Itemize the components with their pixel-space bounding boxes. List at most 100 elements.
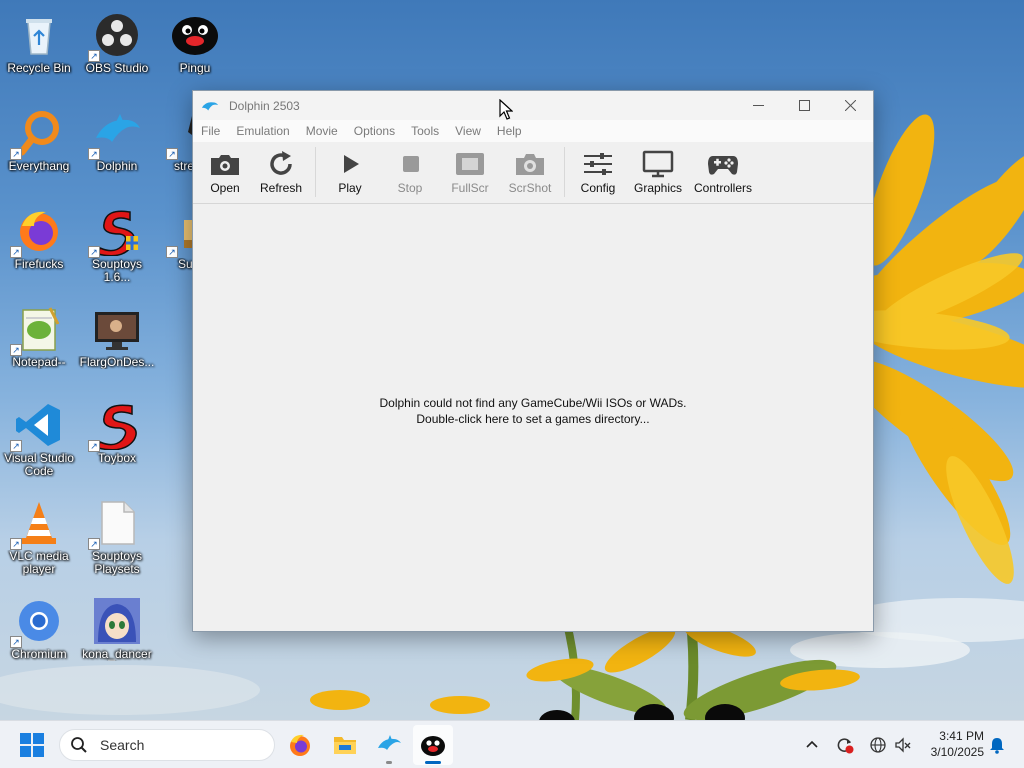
desktop-icon-label: Chromium [11, 648, 67, 661]
shortcut-arrow-icon: ↗ [166, 246, 178, 258]
refresh-icon [270, 151, 292, 175]
refresh-label: Refresh [259, 181, 303, 195]
taskbar-file-explorer[interactable] [325, 725, 365, 765]
graphics-label: Graphics [633, 181, 683, 195]
desktop-icon-flargondes[interactable]: FlargOnDes... [76, 298, 158, 388]
firefox-icon: ↗ [10, 206, 64, 258]
desktop-icon-souptoys-playsets[interactable]: ↗ Souptoys Playsets [76, 492, 158, 582]
play-button[interactable]: Play [320, 143, 380, 203]
monitor-icon [642, 150, 674, 178]
minimize-button[interactable] [735, 91, 781, 120]
notifications-button[interactable] [987, 735, 1007, 755]
desktop-icon-recycle-bin[interactable]: Recycle Bin [0, 4, 80, 94]
desktop-icon-label: Firefucks [14, 258, 64, 271]
taskbar-search-box[interactable]: Search [59, 729, 275, 761]
desktop-icon-notepad[interactable]: ↗ Notepad-- [0, 298, 80, 388]
start-button[interactable] [12, 725, 52, 765]
toybox-icon: ↗ [88, 400, 142, 452]
clock-time: 3:41 PM [939, 729, 984, 743]
shortcut-arrow-icon: ↗ [88, 148, 100, 160]
kona-dancer-icon [92, 596, 142, 646]
maximize-button[interactable] [781, 91, 827, 120]
taskbar-firefox[interactable] [280, 725, 320, 765]
desktop-icon-chromium[interactable]: ↗ Chromium [0, 590, 80, 680]
desktop-icon-toybox[interactable]: ↗ Toybox [76, 394, 158, 484]
show-hidden-icons-button[interactable] [802, 735, 822, 755]
shortcut-arrow-icon: ↗ [88, 246, 100, 258]
window-title: Dolphin 2503 [229, 98, 300, 113]
menu-file[interactable]: File [197, 124, 226, 138]
desktop-icon-label: Everythang [8, 160, 70, 173]
sliders-icon [584, 153, 612, 175]
menu-options[interactable]: Options [350, 124, 401, 138]
game-list-area[interactable]: Dolphin could not find any GameCube/Wii … [193, 204, 873, 631]
clock-date: 3/10/2025 [930, 745, 984, 759]
stop-button[interactable]: Stop [380, 143, 440, 203]
refresh-button[interactable]: Refresh [251, 143, 311, 203]
shortcut-arrow-icon: ↗ [10, 538, 22, 550]
taskbar-clock[interactable]: 3:41 PM 3/10/2025 [918, 728, 984, 760]
dolphin-app-icon [201, 101, 219, 110]
everything-search-icon: ↗ [10, 108, 64, 160]
open-button[interactable]: Open [199, 143, 251, 203]
desktop-icon-vlc[interactable]: ↗ VLC media player [0, 492, 80, 582]
graphics-button[interactable]: Graphics [627, 143, 689, 203]
fullscreen-label: FullScr [451, 181, 489, 195]
toolbar-separator [315, 147, 316, 197]
file-icon: ↗ [88, 498, 142, 550]
desktop-icon-label: Pingu [179, 62, 211, 75]
desktop-icon-kona-dancer[interactable]: kona_dancer [76, 590, 158, 680]
desktop-icon-firefucks[interactable]: ↗ Firefucks [0, 200, 80, 290]
desktop-icon-label: VLC media player [9, 550, 69, 576]
fullscreen-button[interactable]: FullScr [440, 143, 500, 203]
running-indicator [386, 761, 392, 764]
desktop-icon-dolphin[interactable]: ↗ Dolphin [76, 102, 158, 192]
desktop-icon-label: kona_dancer [82, 648, 152, 661]
desktop-icon-obs-studio[interactable]: ↗ OBS Studio [76, 4, 158, 94]
desktop-icon-label: Notepad-- [12, 356, 66, 369]
minimize-icon [752, 105, 764, 106]
controllers-button[interactable]: Controllers [689, 143, 757, 203]
screenshot-button[interactable]: ScrShot [500, 143, 560, 203]
stop-icon [403, 156, 419, 172]
config-button[interactable]: Config [569, 143, 627, 203]
desktop-icon-pingu[interactable]: Pingu [154, 4, 236, 94]
camera-icon [516, 154, 544, 175]
windows-logo-icon [20, 733, 44, 757]
title-bar[interactable]: Dolphin 2503 [193, 91, 873, 120]
desktop-icon-souptoys[interactable]: ↗ Souptoys 1.6... [76, 200, 158, 290]
desktop-icon-label: FlargOnDes... [79, 356, 155, 369]
desktop-icon-label: Recycle Bin [7, 62, 71, 75]
taskbar-dolphin[interactable] [369, 725, 409, 765]
shortcut-arrow-icon: ↗ [88, 538, 100, 550]
stop-label: Stop [397, 181, 423, 195]
sync-alert-icon [837, 738, 854, 754]
shortcut-arrow-icon: ↗ [10, 440, 22, 452]
menu-bar: File Emulation Movie Options Tools View … [193, 120, 873, 142]
pingu-icon [421, 736, 445, 756]
notepad-icon: ↗ [10, 304, 64, 356]
tray-update-icon-button[interactable] [835, 735, 855, 755]
menu-view[interactable]: View [451, 124, 487, 138]
tray-volume-button[interactable] [893, 735, 913, 755]
desktop-icon-label: Dolphin [96, 160, 138, 173]
desktop-icon-vscode[interactable]: ↗ Visual Studio Code [0, 394, 80, 484]
desktop-icon-label: Toybox [97, 452, 137, 465]
empty-game-list-message-line2: Double-click here to set a games directo… [416, 411, 650, 426]
menu-emulation[interactable]: Emulation [232, 124, 295, 138]
desktop-icon-label: Souptoys 1.6... [91, 258, 143, 284]
toolbar: Open Refresh Play Stop FullScr ScrShot C… [193, 142, 873, 204]
dolphin-window[interactable]: Dolphin 2503 File Emulation Movie Option… [192, 90, 874, 632]
menu-tools[interactable]: Tools [407, 124, 445, 138]
taskbar-pingu[interactable] [413, 725, 453, 765]
desktop-icon-everythang[interactable]: ↗ Everythang [0, 102, 80, 192]
close-button[interactable] [827, 91, 873, 120]
speaker-muted-icon [895, 737, 911, 753]
mouse-cursor-icon [499, 99, 513, 120]
shortcut-arrow-icon: ↗ [88, 50, 100, 62]
search-placeholder: Search [100, 737, 145, 753]
tray-network-button[interactable] [868, 735, 888, 755]
open-label: Open [210, 181, 240, 195]
menu-movie[interactable]: Movie [302, 124, 344, 138]
menu-help[interactable]: Help [493, 124, 528, 138]
